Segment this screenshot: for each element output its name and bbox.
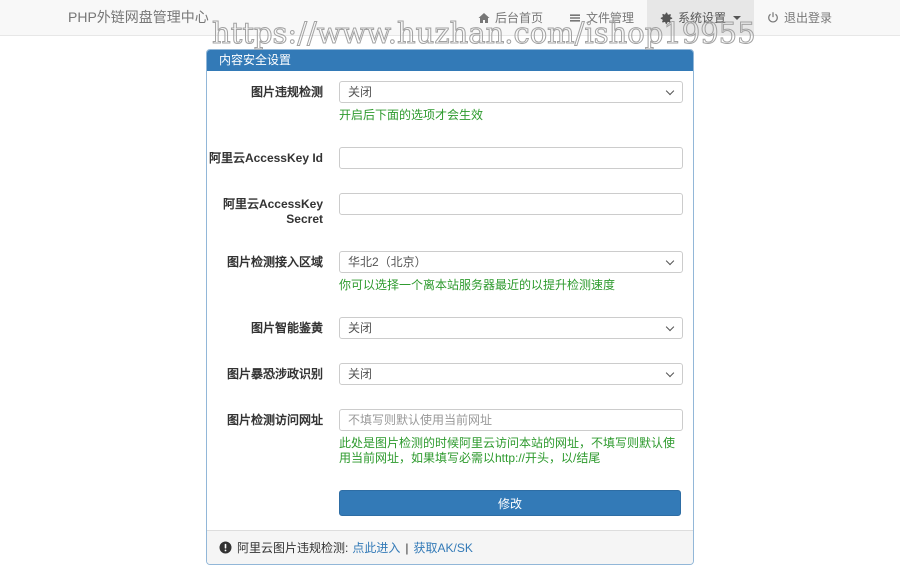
field-label: 图片检测接入区域 — [207, 251, 339, 293]
porn-detect-select[interactable]: 关闭 — [339, 317, 683, 339]
info-icon — [219, 541, 237, 554]
settings-form: 图片违规检测 关闭 开启后下面的选项才会生效 阿里云AccessKey Id 阿… — [207, 71, 693, 530]
nav-item-label: 系统设置 — [678, 9, 726, 26]
field-label: 图片智能鉴黄 — [207, 317, 339, 339]
footer-separator: | — [405, 541, 408, 555]
accesskey-id-input[interactable] — [339, 147, 683, 169]
detect-region-select[interactable]: 华北2（北京） — [339, 251, 683, 273]
form-group-terror-politics-detect: 图片暴恐涉政识别 关闭 — [207, 363, 681, 385]
form-group-porn-detect: 图片智能鉴黄 关闭 — [207, 317, 681, 339]
detect-site-url-input[interactable] — [339, 409, 683, 431]
nav-item-label: 退出登录 — [784, 9, 832, 26]
form-group-accesskey-id: 阿里云AccessKey Id — [207, 147, 681, 169]
nav-item-system-settings[interactable]: 系统设置 — [647, 0, 754, 35]
form-group-violation-detect: 图片违规检测 关闭 开启后下面的选项才会生效 — [207, 81, 681, 123]
top-navbar: PHP外链网盘管理中心 后台首页 文件管理 系统设置 退出登录 — [0, 0, 900, 36]
form-group-detect-region: 图片检测接入区域 华北2（北京） 你可以选择一个离本站服务器最近的以提升检测速度 — [207, 251, 681, 293]
power-icon — [767, 11, 779, 24]
nav-item-file-manage[interactable]: 文件管理 — [556, 0, 647, 35]
field-hint: 开启后下面的选项才会生效 — [339, 108, 683, 123]
enter-link[interactable]: 点此进入 — [352, 539, 400, 556]
violation-detect-select[interactable]: 关闭 — [339, 81, 683, 103]
accesskey-secret-input[interactable] — [339, 193, 683, 215]
field-label: 图片检测访问网址 — [207, 409, 339, 466]
gear-icon — [660, 11, 673, 24]
nav-item-label: 文件管理 — [586, 9, 634, 26]
footer-text: 阿里云图片违规检测: — [237, 539, 348, 556]
content-security-panel: 内容安全设置 图片违规检测 关闭 开启后下面的选项才会生效 阿里云AccessK… — [206, 49, 694, 565]
chevron-down-icon — [733, 16, 741, 20]
field-label: 阿里云AccessKey Secret — [207, 193, 339, 227]
home-icon — [478, 12, 490, 24]
submit-button[interactable]: 修改 — [339, 490, 681, 516]
field-label: 图片暴恐涉政识别 — [207, 363, 339, 385]
nav-item-logout[interactable]: 退出登录 — [754, 0, 845, 35]
form-group-accesskey-secret: 阿里云AccessKey Secret — [207, 193, 681, 227]
panel-footer: 阿里云图片违规检测: 点此进入 | 获取AK/SK — [207, 530, 693, 564]
field-label: 阿里云AccessKey Id — [207, 147, 339, 169]
field-label: 图片违规检测 — [207, 81, 339, 123]
panel-title: 内容安全设置 — [207, 50, 693, 71]
nav-item-admin-home[interactable]: 后台首页 — [465, 0, 556, 35]
nav-item-label: 后台首页 — [495, 9, 543, 26]
terror-politics-detect-select[interactable]: 关闭 — [339, 363, 683, 385]
list-icon — [569, 12, 581, 24]
get-aksk-link[interactable]: 获取AK/SK — [413, 539, 472, 556]
field-hint: 你可以选择一个离本站服务器最近的以提升检测速度 — [339, 278, 683, 293]
form-group-detect-site-url: 图片检测访问网址 此处是图片检测的时候阿里云访问本站的网址，不填写则默认使用当前… — [207, 409, 681, 466]
brand-title[interactable]: PHP外链网盘管理中心 — [68, 0, 209, 35]
navbar-menu: 后台首页 文件管理 系统设置 退出登录 — [465, 0, 845, 35]
field-hint: 此处是图片检测的时候阿里云访问本站的网址，不填写则默认使用当前网址，如果填写必需… — [339, 436, 683, 466]
